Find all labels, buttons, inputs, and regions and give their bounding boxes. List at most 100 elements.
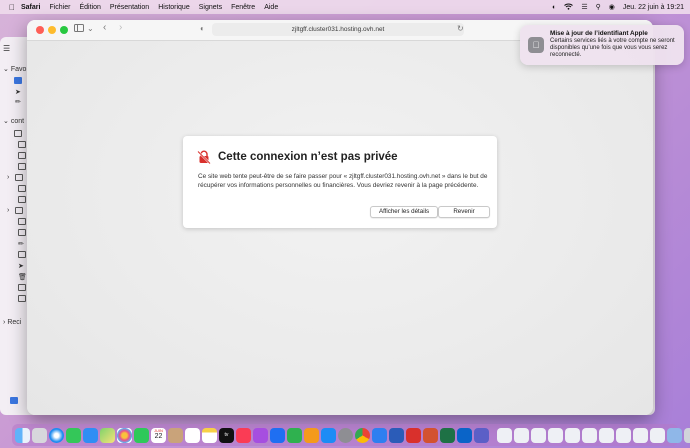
minimized-window-thumbnail[interactable] [548,427,563,443]
facetime-icon[interactable] [134,427,149,443]
search-icon[interactable]: ⚲ [596,3,601,11]
mail-status-icon[interactable] [10,397,18,404]
sidebar-item-sent[interactable]: ➤ [15,88,21,96]
sidebar-item-folder[interactable]: › [7,207,24,214]
excel-icon[interactable] [440,427,455,443]
pdf-icon[interactable] [406,427,421,443]
menu-fichier[interactable]: Fichier [49,4,70,11]
sidebar-item-folder[interactable] [18,185,26,192]
numbers-icon[interactable] [287,427,302,443]
menu-fenetre[interactable]: Fenêtre [231,4,255,11]
menu-historique[interactable]: Historique [158,4,190,11]
back-arrow-icon[interactable]: ‹ [103,22,106,33]
minimized-window-thumbnail[interactable] [582,427,597,443]
chevron-right-icon[interactable]: › [3,319,5,326]
reminders-icon[interactable] [185,427,200,443]
minimized-window-thumbnail[interactable] [599,427,614,443]
close-window-button[interactable] [36,26,44,34]
paper-plane-icon: ➤ [18,263,24,270]
menu-aide[interactable]: Aide [264,4,278,11]
archive-icon [18,295,26,302]
focus-icon[interactable]: ◐ [552,4,556,11]
minimized-window-thumbnail[interactable] [633,427,648,443]
app-store-icon[interactable] [321,427,336,443]
outlook-icon[interactable] [457,427,472,443]
sidebar-toggle-icon[interactable]: ☰ [3,44,10,53]
notes-icon[interactable] [202,427,217,443]
sidebar-item-trash[interactable]: 🗑 [18,273,27,281]
launchpad-icon[interactable] [32,427,47,443]
apple-id-notification[interactable]:  Mise à jour de l’identifiant Apple Cer… [520,25,684,65]
sidebar-item-folder[interactable] [14,130,22,137]
maps-icon[interactable] [100,427,115,443]
downloads-folder-icon[interactable] [667,427,682,443]
sidebar-item-sent[interactable]: ➤ [18,262,24,270]
contacts-icon[interactable] [168,427,183,443]
minimized-window-thumbnail[interactable] [650,427,665,443]
minimized-window-thumbnail[interactable] [531,427,546,443]
tv-icon[interactable]: tv [219,427,234,443]
dock: JUIN 22 tv [12,424,690,446]
control-center-icon[interactable]: ☰ [581,3,587,11]
sidebar-item-folder[interactable]: › [7,174,24,181]
chevron-down-icon[interactable]: ⌄ [87,24,94,33]
privacy-shield-icon[interactable]: ◐ [200,24,205,33]
sidebar-item-inbox[interactable] [14,77,22,84]
powerpoint-icon[interactable] [423,427,438,443]
show-details-button[interactable]: Afficher les détails [370,206,438,218]
sidebar-toggle-icon[interactable] [74,24,84,34]
system-settings-icon[interactable] [338,427,353,443]
address-bar[interactable]: zjltgff.cluster031.hosting.ovh.net [212,23,464,36]
podcasts-icon[interactable] [253,427,268,443]
sidebar-item-drafts[interactable]: ✏ [15,98,21,106]
sidebar-item-folder[interactable] [18,152,26,159]
pages-icon[interactable] [304,427,319,443]
music-icon[interactable] [236,427,251,443]
status-area: ◐ ☰ ⚲ ◉ Jeu. 22 juin à 19:21 [552,0,684,14]
menu-presentation[interactable]: Présentation [110,4,149,11]
sidebar-item-junk[interactable] [18,284,26,291]
chevron-right-icon[interactable]: › [7,174,9,181]
photos-icon[interactable] [117,427,132,443]
sidebar-item-drafts[interactable]: ✏ [18,240,24,248]
zoom-window-button[interactable] [60,26,68,34]
reload-icon[interactable]: ↻ [457,24,464,33]
minimize-window-button[interactable] [48,26,56,34]
sidebar-item-archive[interactable] [18,295,26,302]
chevron-right-icon[interactable]: › [7,207,9,214]
chevron-down-icon[interactable]: ⌄ [3,65,9,73]
sidebar-item-folder[interactable] [18,251,26,258]
menu-signets[interactable]: Signets [199,4,222,11]
mail-icon[interactable] [83,427,98,443]
messages-icon[interactable] [66,427,81,443]
minimized-window-thumbnail[interactable] [616,427,631,443]
chrome-icon[interactable] [355,427,370,443]
folder-icon [18,229,26,236]
siri-icon[interactable]: ◉ [609,3,615,11]
calendar-icon[interactable]: JUIN 22 [151,427,166,443]
minimized-window-thumbnail[interactable] [497,427,512,443]
minimized-window-thumbnail[interactable] [514,427,529,443]
chevron-down-icon[interactable]: ⌄ [3,117,9,125]
trash-icon[interactable] [684,427,690,443]
sidebar-item-folder[interactable] [18,229,26,236]
notification-title: Mise à jour de l’identifiant Apple [550,30,648,37]
menu-app-safari[interactable]: Safari [21,4,40,11]
keynote-icon[interactable] [372,427,387,443]
sidebar-item-folder[interactable] [18,141,26,148]
sidebar-item-folder[interactable] [18,163,26,170]
appletv-remote-icon[interactable] [270,427,285,443]
menu-edition[interactable]: Édition [79,4,100,11]
word-icon[interactable] [389,427,404,443]
forward-arrow-icon[interactable]: › [119,22,122,33]
sidebar-item-folder[interactable] [18,218,26,225]
go-back-button[interactable]: Revenir [438,206,490,218]
apple-menu-icon[interactable]:  [9,3,15,12]
minimized-window-thumbnail[interactable] [565,427,580,443]
teams-icon[interactable] [474,427,489,443]
menu-clock[interactable]: Jeu. 22 juin à 19:21 [623,4,684,11]
wifi-icon[interactable] [564,3,574,12]
safari-icon[interactable] [49,427,64,443]
sidebar-item-folder[interactable] [18,196,26,203]
finder-icon[interactable] [15,427,30,443]
